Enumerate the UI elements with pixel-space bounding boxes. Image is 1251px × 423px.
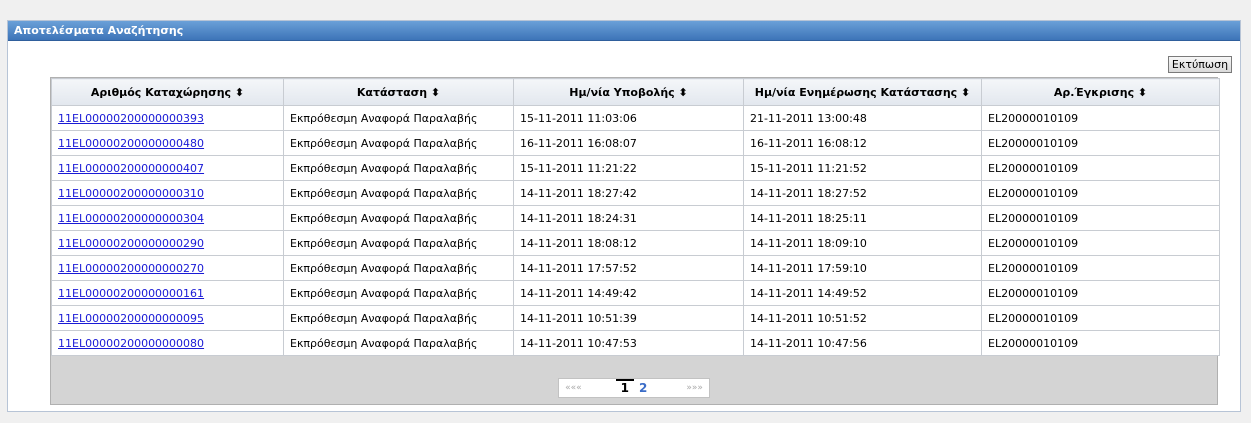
submission-date-cell: 14-11-2011 10:51:39 <box>513 305 744 331</box>
submission-date-cell: 14-11-2011 10:47:53 <box>513 330 744 356</box>
status-cell: Εκπρόθεσμη Αναφορά Παραλαβής <box>283 130 514 156</box>
approval-number-cell: EL20000010109 <box>981 130 1220 156</box>
panel-title: Αποτελέσματα Αναζήτησης <box>8 21 1240 41</box>
status-update-date-cell: 21-11-2011 13:00:48 <box>743 105 982 131</box>
results-grid: Αριθμός Καταχώρησης ⬍ Κατάσταση ⬍ Ημ/νία… <box>50 77 1220 405</box>
registration-number-link[interactable]: 11EL00000200000000304 <box>58 212 204 225</box>
status-cell: Εκπρόθεσμη Αναφορά Παραλαβής <box>283 205 514 231</box>
pager-spacer <box>652 380 680 396</box>
table-row: 11EL00000200000000161 Εκπρόθεσμη Αναφορά… <box>51 280 1220 306</box>
status-update-date-cell: 14-11-2011 14:49:52 <box>743 280 982 306</box>
first-page-button[interactable]: ««« <box>559 380 588 396</box>
registration-number-link[interactable]: 11EL00000200000000290 <box>58 237 204 250</box>
column-header-submission-date[interactable]: Ημ/νία Υποβολής ⬍ <box>513 78 744 106</box>
approval-number-cell: EL20000010109 <box>981 105 1220 131</box>
approval-number-cell: EL20000010109 <box>981 280 1220 306</box>
table-row: 11EL00000200000000290 Εκπρόθεσμη Αναφορά… <box>51 230 1220 256</box>
page-2-button[interactable]: 2 <box>634 380 652 396</box>
submission-date-cell: 14-11-2011 18:24:31 <box>513 205 744 231</box>
registration-number-link[interactable]: 11EL00000200000000080 <box>58 337 204 350</box>
page-1-button[interactable]: 1 <box>615 379 634 397</box>
submission-date-cell: 14-11-2011 14:49:42 <box>513 280 744 306</box>
results-table: Αριθμός Καταχώρησης ⬍ Κατάσταση ⬍ Ημ/νία… <box>51 78 1220 356</box>
status-cell: Εκπρόθεσμη Αναφορά Παραλαβής <box>283 305 514 331</box>
registration-number-link[interactable]: 11EL00000200000000270 <box>58 262 204 275</box>
registration-number-link[interactable]: 11EL00000200000000393 <box>58 112 204 125</box>
table-header-row: Αριθμός Καταχώρησης ⬍ Κατάσταση ⬍ Ημ/νία… <box>51 78 1220 106</box>
print-button[interactable]: Εκτύπωση <box>1168 56 1232 73</box>
status-update-date-cell: 14-11-2011 17:59:10 <box>743 255 982 281</box>
approval-number-cell: EL20000010109 <box>981 180 1220 206</box>
submission-date-cell: 15-11-2011 11:21:22 <box>513 155 744 181</box>
pager-spacer <box>588 380 616 396</box>
last-page-button[interactable]: »»» <box>680 380 709 396</box>
column-header-status-update-date[interactable]: Ημ/νία Ενημέρωσης Κατάστασης ⬍ <box>743 78 982 106</box>
submission-date-cell: 15-11-2011 11:03:06 <box>513 105 744 131</box>
search-results-panel: Αποτελέσματα Αναζήτησης Εκτύπωση Αριθμός… <box>7 20 1241 412</box>
approval-number-cell: EL20000010109 <box>981 255 1220 281</box>
registration-number-link[interactable]: 11EL00000200000000095 <box>58 312 204 325</box>
table-row: 11EL00000200000000270 Εκπρόθεσμη Αναφορά… <box>51 255 1220 281</box>
approval-number-cell: EL20000010109 <box>981 305 1220 331</box>
submission-date-cell: 16-11-2011 16:08:07 <box>513 130 744 156</box>
status-update-date-cell: 16-11-2011 16:08:12 <box>743 130 982 156</box>
status-cell: Εκπρόθεσμη Αναφορά Παραλαβής <box>283 280 514 306</box>
column-header-approval-number[interactable]: Αρ.Έγκρισης ⬍ <box>981 78 1220 106</box>
column-header-status[interactable]: Κατάσταση ⬍ <box>283 78 514 106</box>
registration-number-link[interactable]: 11EL00000200000000407 <box>58 162 204 175</box>
status-cell: Εκπρόθεσμη Αναφορά Παραλαβής <box>283 330 514 356</box>
submission-date-cell: 14-11-2011 18:08:12 <box>513 230 744 256</box>
status-update-date-cell: 15-11-2011 11:21:52 <box>743 155 982 181</box>
status-update-date-cell: 14-11-2011 10:51:52 <box>743 305 982 331</box>
approval-number-cell: EL20000010109 <box>981 230 1220 256</box>
status-cell: Εκπρόθεσμη Αναφορά Παραλαβής <box>283 155 514 181</box>
status-update-date-cell: 14-11-2011 18:25:11 <box>743 205 982 231</box>
approval-number-cell: EL20000010109 <box>981 205 1220 231</box>
status-update-date-cell: 14-11-2011 18:09:10 <box>743 230 982 256</box>
status-cell: Εκπρόθεσμη Αναφορά Παραλαβής <box>283 255 514 281</box>
status-cell: Εκπρόθεσμη Αναφορά Παραλαβής <box>283 230 514 256</box>
table-row: 11EL00000200000000407 Εκπρόθεσμη Αναφορά… <box>51 155 1220 181</box>
table-row: 11EL00000200000000095 Εκπρόθεσμη Αναφορά… <box>51 305 1220 331</box>
pagination-bar: ««« 1 2 »»» <box>51 378 1217 398</box>
table-row: 11EL00000200000000480 Εκπρόθεσμη Αναφορά… <box>51 130 1220 156</box>
column-header-registration-number[interactable]: Αριθμός Καταχώρησης ⬍ <box>51 78 284 106</box>
status-update-date-cell: 14-11-2011 18:27:52 <box>743 180 982 206</box>
submission-date-cell: 14-11-2011 18:27:42 <box>513 180 744 206</box>
status-cell: Εκπρόθεσμη Αναφορά Παραλαβής <box>283 105 514 131</box>
pagination-control: ««« 1 2 »»» <box>558 378 710 398</box>
approval-number-cell: EL20000010109 <box>981 155 1220 181</box>
table-row: 11EL00000200000000304 Εκπρόθεσμη Αναφορά… <box>51 205 1220 231</box>
status-update-date-cell: 14-11-2011 10:47:56 <box>743 330 982 356</box>
table-row: 11EL00000200000000310 Εκπρόθεσμη Αναφορά… <box>51 180 1220 206</box>
table-row: 11EL00000200000000393 Εκπρόθεσμη Αναφορά… <box>51 105 1220 131</box>
table-row: 11EL00000200000000080 Εκπρόθεσμη Αναφορά… <box>51 330 1220 356</box>
submission-date-cell: 14-11-2011 17:57:52 <box>513 255 744 281</box>
registration-number-link[interactable]: 11EL00000200000000310 <box>58 187 204 200</box>
status-cell: Εκπρόθεσμη Αναφορά Παραλαβής <box>283 180 514 206</box>
registration-number-link[interactable]: 11EL00000200000000480 <box>58 137 204 150</box>
approval-number-cell: EL20000010109 <box>981 330 1220 356</box>
registration-number-link[interactable]: 11EL00000200000000161 <box>58 287 204 300</box>
